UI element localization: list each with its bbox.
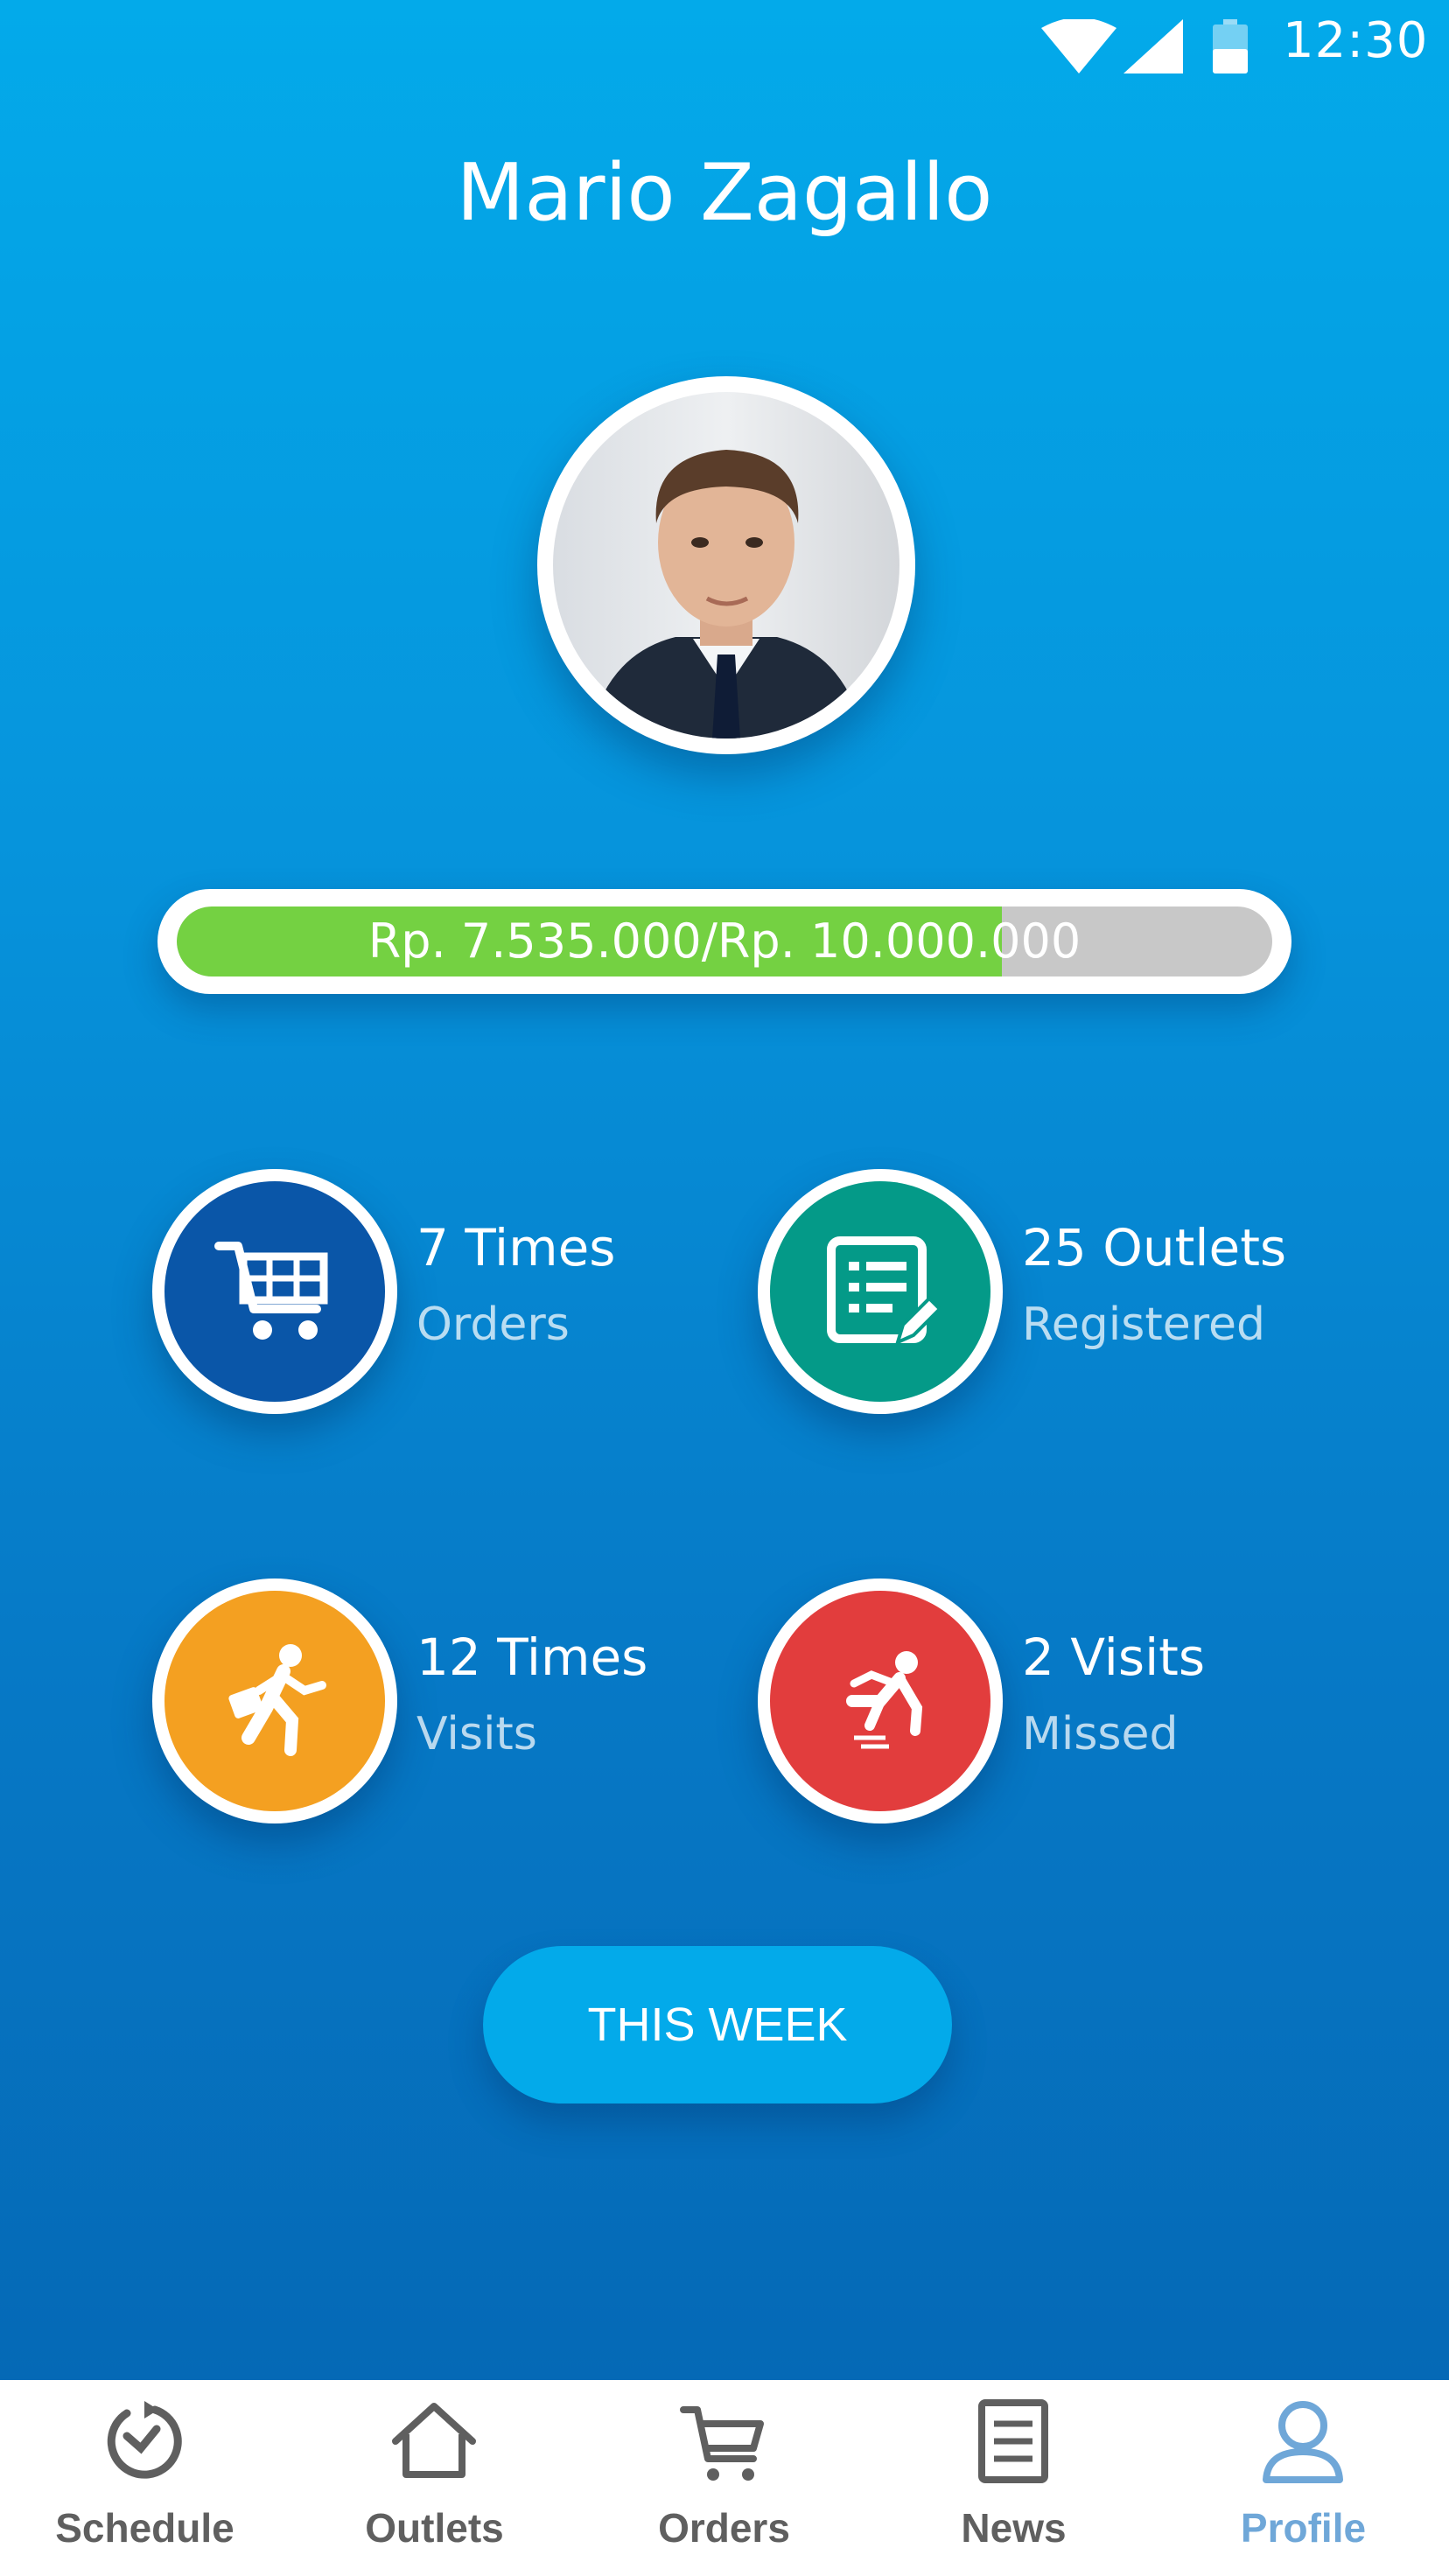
cart-icon xyxy=(680,2406,764,2481)
stat-label: Registered xyxy=(1022,1298,1265,1351)
progress-track: Rp. 7.535.000/Rp. 10.000.000 xyxy=(177,906,1272,976)
avatar-photo xyxy=(553,392,900,738)
sales-target-progress: Rp. 7.535.000/Rp. 10.000.000 xyxy=(158,889,1292,994)
stat-badge xyxy=(152,1169,397,1414)
news-icon xyxy=(978,2399,1048,2483)
schedule-icon xyxy=(107,2401,182,2479)
shopping-cart-icon xyxy=(214,1242,328,1340)
stat-visits[interactable]: 12 Times Visits xyxy=(152,1578,730,1824)
stat-badge xyxy=(758,1578,1003,1824)
wifi-icon xyxy=(1041,19,1116,74)
stat-badge-fill xyxy=(770,1591,990,1811)
stat-outlets[interactable]: 25 Outlets Registered xyxy=(758,1169,1335,1414)
user-icon xyxy=(1263,2401,1343,2483)
this-week-button[interactable]: THIS WEEK xyxy=(483,1946,952,2104)
profile-name: Mario Zagallo xyxy=(456,147,993,239)
nav-label: Outlets xyxy=(365,2505,504,2551)
stat-missed[interactable]: 2 Visits Missed xyxy=(758,1578,1335,1824)
progress-label: Rp. 7.535.000/Rp. 10.000.000 xyxy=(368,914,1082,969)
stat-value: 12 Times xyxy=(416,1628,648,1687)
stat-badge-fill xyxy=(164,1181,385,1402)
nav-label: News xyxy=(961,2505,1067,2551)
stat-value: 25 Outlets xyxy=(1022,1218,1287,1278)
status-bar: 12:30 xyxy=(0,0,1449,88)
nav-label: Orders xyxy=(658,2505,790,2551)
stat-value: 2 Visits xyxy=(1022,1628,1206,1687)
stat-label: Orders xyxy=(416,1298,570,1351)
stat-badge-fill xyxy=(164,1591,385,1811)
signal-icon xyxy=(1124,19,1183,74)
nav-item-news[interactable]: News xyxy=(869,2380,1158,2576)
form-edit-icon xyxy=(827,1236,942,1346)
nav-item-outlets[interactable]: Outlets xyxy=(290,2380,579,2576)
nav-item-schedule[interactable]: Schedule xyxy=(0,2380,290,2576)
stat-label: Visits xyxy=(416,1708,537,1760)
stat-value: 7 Times xyxy=(416,1218,616,1278)
status-time: 12:30 xyxy=(1283,12,1429,69)
nav-item-profile[interactable]: Profile xyxy=(1158,2380,1448,2576)
stat-label: Missed xyxy=(1022,1708,1179,1760)
walking-businessman-icon xyxy=(228,1644,326,1756)
nav-label: Profile xyxy=(1240,2505,1367,2551)
home-icon xyxy=(392,2403,476,2478)
nav-item-orders[interactable]: Orders xyxy=(579,2380,869,2576)
bottom-nav: Schedule Outlets Orders News Profile xyxy=(0,2380,1449,2576)
battery-icon xyxy=(1213,19,1248,74)
nav-label: Schedule xyxy=(55,2505,234,2551)
stat-badge-fill xyxy=(770,1181,990,1402)
stat-orders[interactable]: 7 Times Orders xyxy=(152,1169,730,1414)
falling-person-icon xyxy=(846,1651,923,1749)
avatar[interactable] xyxy=(537,376,915,754)
profile-screen: 12:30 Mario Zagallo Rp. 7.535.000/Rp. 10… xyxy=(0,0,1449,2380)
stat-badge xyxy=(152,1578,397,1824)
stat-badge xyxy=(758,1169,1003,1414)
